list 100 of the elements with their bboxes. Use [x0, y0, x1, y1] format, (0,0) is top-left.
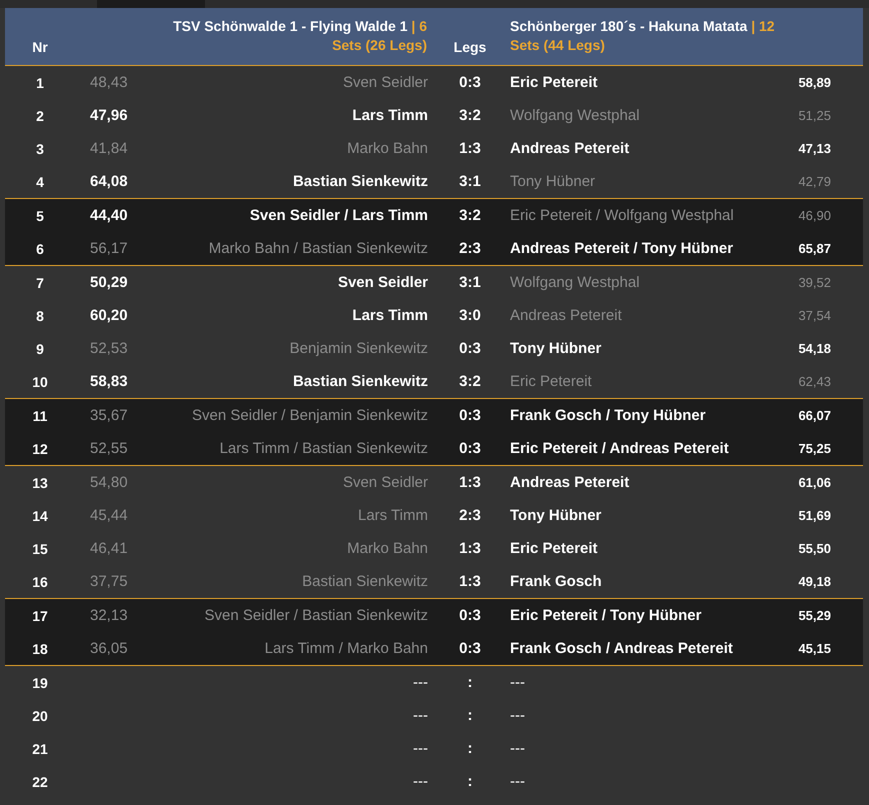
- player-name: Marko Bahn: [347, 140, 428, 157]
- player-name: ---: [510, 707, 525, 724]
- legs-score: 1:3: [459, 573, 481, 590]
- player-name: Marko Bahn / Bastian Sienkewitz: [208, 240, 428, 257]
- legs-score: 3:2: [459, 373, 481, 390]
- player-name: Eric Petereit: [510, 540, 598, 557]
- player-name: Wolfgang Westphal: [510, 107, 640, 124]
- player-average: 46,90: [798, 208, 831, 223]
- game-number: 6: [35, 240, 45, 256]
- player-name: Frank Gosch / Tony Hübner: [510, 407, 706, 424]
- game-number: 11: [32, 408, 48, 424]
- player-name: Andreas Petereit: [510, 474, 630, 491]
- column-header: Nr: [31, 39, 49, 55]
- column-header: Legs: [452, 39, 488, 55]
- player-name: Eric Petereit / Tony Hübner: [510, 607, 702, 624]
- player-name: Eric Petereit: [510, 74, 598, 91]
- game-number: 20: [31, 708, 49, 724]
- column-header: Schönberger 180´s - Hakuna Matata | 12 Sets (44 Legs): [510, 17, 775, 55]
- player-average: 54,18: [798, 341, 831, 356]
- player-name: Bastian Sienkewitz: [292, 173, 428, 190]
- game-number: 1: [35, 74, 45, 90]
- game-number: 21: [31, 740, 49, 756]
- player-name: Lars Timm: [352, 107, 428, 124]
- player-average: 41,84: [90, 140, 128, 157]
- game-number: 8: [35, 308, 45, 324]
- player-name: Sven Seidler / Lars Timm: [250, 207, 428, 224]
- player-average: 45,15: [798, 641, 831, 656]
- legs-score: 3:1: [459, 274, 481, 291]
- player-average: 48,43: [90, 74, 128, 91]
- game-number: 5: [35, 208, 45, 224]
- player-name: Eric Petereit / Wolfgang Westphal: [510, 207, 734, 224]
- player-average: 55,50: [798, 541, 831, 556]
- legs-score: :: [468, 707, 472, 724]
- player-average: 66,07: [798, 408, 831, 423]
- player-average: 50,29: [90, 274, 128, 291]
- game-number: 22: [31, 774, 49, 790]
- game-number: 18: [31, 640, 49, 656]
- game-number: 3: [35, 140, 45, 156]
- legs-score: 2:3: [459, 240, 481, 257]
- legs-score: :: [468, 674, 472, 691]
- player-average: 47,13: [798, 141, 831, 156]
- player-name: Tony Hübner: [510, 507, 602, 524]
- player-average: 65,87: [798, 241, 831, 256]
- player-average: 45,44: [90, 507, 128, 524]
- player-average: 56,17: [90, 240, 128, 257]
- player-name: Frank Gosch: [510, 573, 602, 590]
- player-name: ---: [510, 740, 525, 757]
- game-number: 2: [35, 108, 45, 124]
- game-number: 14: [31, 508, 49, 524]
- player-average: 51,25: [798, 108, 831, 123]
- game-number: 9: [35, 340, 45, 356]
- player-average: 62,43: [798, 374, 831, 389]
- legs-score: 0:3: [459, 607, 481, 624]
- player-name: Andreas Petereit: [510, 307, 622, 324]
- player-average: 44,40: [90, 207, 128, 224]
- game-number: 17: [31, 608, 49, 624]
- player-name: Sven Seidler: [342, 74, 428, 91]
- player-name: Bastian Sienkewitz: [292, 373, 428, 390]
- player-average: 55,29: [798, 608, 831, 623]
- player-name: Tony Hübner: [510, 173, 596, 190]
- game-number: 13: [31, 474, 49, 490]
- player-name: Lars Timm: [358, 507, 428, 524]
- player-average: 46,41: [90, 540, 128, 557]
- game-number: 10: [31, 374, 49, 390]
- player-name: Marko Bahn: [347, 540, 428, 557]
- game-number: 16: [31, 574, 49, 590]
- game-number: 19: [31, 674, 49, 690]
- legs-score: 1:3: [459, 540, 481, 557]
- player-name: Andreas Petereit / Tony Hübner: [510, 240, 734, 257]
- player-name: ---: [413, 773, 428, 790]
- player-name: Lars Timm / Marko Bahn: [264, 640, 428, 657]
- player-average: 37,75: [90, 573, 128, 590]
- player-average: 47,96: [90, 107, 128, 124]
- game-number: 15: [31, 540, 49, 556]
- legs-score: 0:3: [459, 440, 481, 457]
- player-name: Sven Seidler / Bastian Sienkewitz: [204, 607, 428, 624]
- legs-score: :: [468, 740, 472, 757]
- legs-score: 3:1: [459, 173, 481, 190]
- player-average: 64,08: [90, 173, 128, 190]
- legs-score: 1:3: [459, 474, 481, 491]
- player-name: Benjamin Sienkewitz: [290, 340, 428, 357]
- player-name: Sven Seidler / Benjamin Sienkewitz: [192, 407, 428, 424]
- tab[interactable]: [97, 0, 205, 8]
- player-average: 51,69: [798, 508, 831, 523]
- player-name: Bastian Sienkewitz: [302, 573, 428, 590]
- player-name: Sven Seidler: [338, 274, 428, 291]
- legs-score: 2:3: [459, 507, 481, 524]
- legs-score: 3:2: [459, 107, 481, 124]
- player-average: 49,18: [798, 574, 831, 589]
- player-average: 36,05: [90, 640, 128, 657]
- column-header: TSV Schönwalde 1 - Flying Walde 1 | 6 Sets (26 Legs): [172, 17, 427, 55]
- legs-score: 0:3: [459, 407, 481, 424]
- legs-score: 3:0: [459, 307, 481, 324]
- player-average: 37,54: [798, 308, 831, 323]
- player-average: 58,83: [90, 373, 128, 390]
- player-average: 75,25: [798, 441, 831, 456]
- player-average: 52,53: [90, 340, 128, 357]
- player-average: 58,89: [798, 75, 831, 90]
- player-name: ---: [510, 674, 525, 691]
- player-average: 61,06: [798, 475, 831, 490]
